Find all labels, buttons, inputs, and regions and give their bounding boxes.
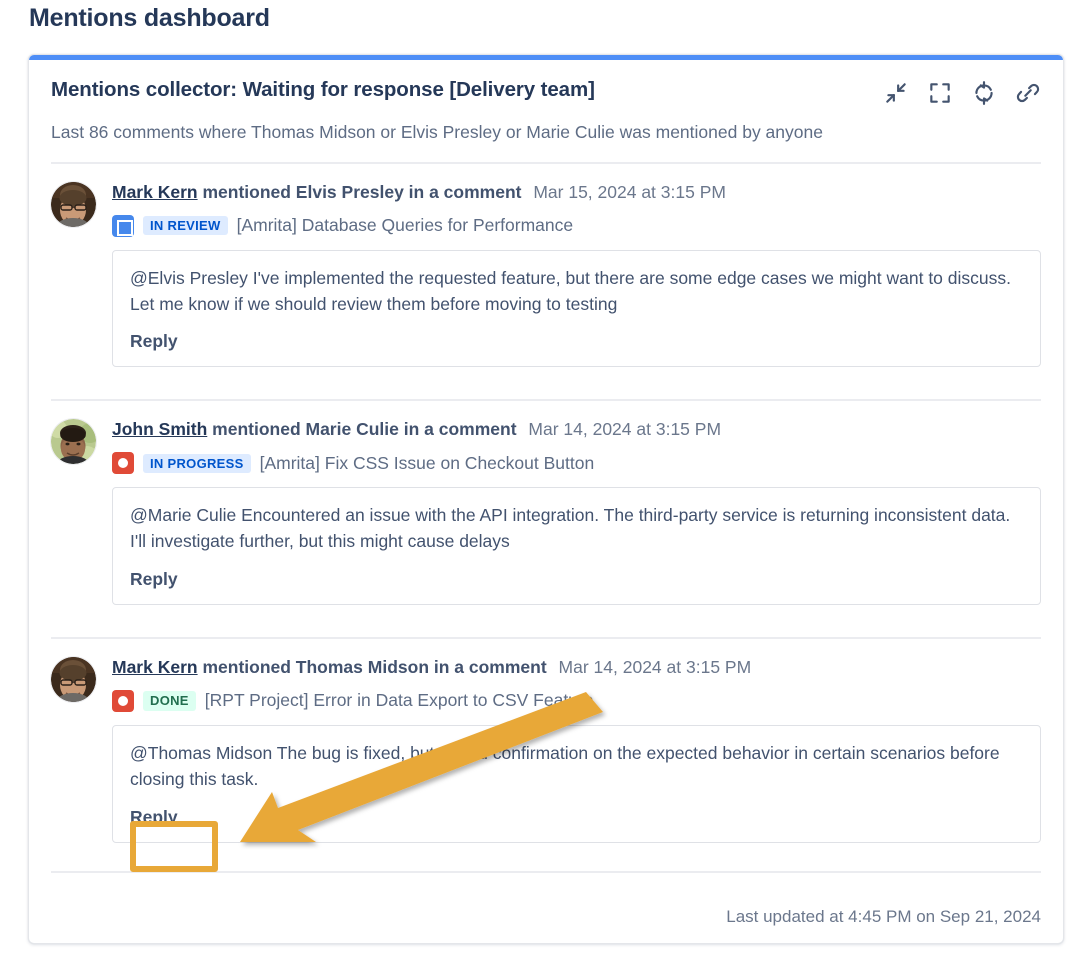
mention-headline: John Smith mentioned Marie Culie in a co…	[112, 419, 1041, 441]
gadget-subtitle: Last 86 comments where Thomas Midson or …	[51, 122, 823, 142]
avatar	[51, 657, 96, 703]
mention-action-text: mentioned Thomas Midson in a comment	[202, 657, 547, 678]
mention-issue-line: DONE [RPT Project] Error in Data Export …	[112, 689, 1041, 712]
comment-box: @Elvis Presley I've implemented the requ…	[112, 249, 1041, 368]
status-badge: DONE	[143, 691, 196, 711]
mention-headline: Mark Kern mentioned Thomas Midson in a c…	[112, 657, 1041, 679]
story-type-icon	[112, 214, 134, 237]
mention-item: Mark Kern mentioned Elvis Presley in a c…	[51, 164, 1041, 382]
page-title: Mentions dashboard	[29, 4, 270, 32]
mention-item: Mark Kern mentioned Thomas Midson in a c…	[51, 639, 1041, 857]
mention-issue-line: IN REVIEW [Amrita] Database Queries for …	[112, 214, 1041, 237]
mention-issue-line: IN PROGRESS [Amrita] Fix CSS Issue on Ch…	[112, 452, 1041, 475]
mention-user-link[interactable]: Mark Kern	[112, 657, 198, 677]
bug-type-icon	[112, 452, 134, 475]
mention-user-link[interactable]: John Smith	[112, 419, 207, 439]
mention-headline: Mark Kern mentioned Elvis Presley in a c…	[112, 182, 1041, 204]
collapse-icon[interactable]	[883, 80, 909, 106]
comment-text: @Thomas Midson The bug is fixed, but I n…	[130, 742, 1000, 789]
comment-text: @Elvis Presley I've implemented the requ…	[130, 267, 1011, 314]
mention-date: Mar 14, 2024 at 3:15 PM	[528, 419, 722, 440]
mentions-gadget-card: Mentions collector: Waiting for response…	[28, 54, 1064, 944]
gadget-header: Mentions collector: Waiting for response…	[51, 60, 1041, 106]
screenshot-root: Mentions dashboard Mentions collector: W…	[0, 0, 1092, 958]
link-icon[interactable]	[1015, 80, 1041, 106]
comment-box: @Thomas Midson The bug is fixed, but I n…	[112, 724, 1041, 843]
last-updated-text: Last updated at 4:45 PM on Sep 21, 2024	[726, 907, 1041, 926]
gadget-header-actions	[883, 78, 1041, 106]
footer-divider	[51, 870, 1041, 873]
status-badge: IN PROGRESS	[143, 453, 251, 473]
avatar	[51, 419, 96, 465]
bug-type-icon	[112, 689, 134, 712]
mention-action-text: mentioned Marie Culie in a comment	[212, 419, 517, 440]
reply-button[interactable]: Reply	[130, 331, 178, 352]
mention-action-text: mentioned Elvis Presley in a comment	[202, 181, 522, 202]
maximize-icon[interactable]	[927, 80, 953, 106]
gadget-title: Mentions collector: Waiting for response…	[51, 78, 595, 101]
mention-user-link[interactable]: Mark Kern	[112, 182, 198, 202]
comment-box: @Marie Culie Encountered an issue with t…	[112, 487, 1041, 606]
reply-button[interactable]: Reply	[130, 569, 178, 590]
mention-date: Mar 15, 2024 at 3:15 PM	[533, 181, 726, 202]
avatar	[51, 181, 96, 227]
mention-date: Mar 14, 2024 at 3:15 PM	[558, 657, 752, 678]
mention-item: John Smith mentioned Marie Culie in a co…	[51, 401, 1041, 619]
issue-summary-link[interactable]: [Amrita] Database Queries for Performanc…	[237, 215, 574, 236]
issue-summary-link[interactable]: [RPT Project] Error in Data Export to CS…	[205, 690, 594, 711]
reply-button[interactable]: Reply	[130, 807, 178, 828]
issue-summary-link[interactable]: [Amrita] Fix CSS Issue on Checkout Butto…	[260, 453, 595, 474]
status-badge: IN REVIEW	[143, 215, 228, 236]
comment-text: @Marie Culie Encountered an issue with t…	[130, 505, 1011, 552]
refresh-icon[interactable]	[971, 80, 997, 106]
